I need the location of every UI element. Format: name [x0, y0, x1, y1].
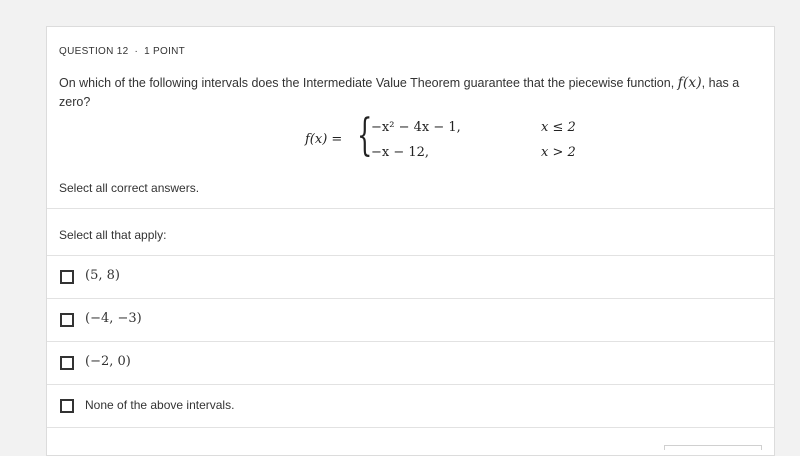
- instruction-text: Select all correct answers.: [59, 181, 200, 195]
- equation-case-1: −x² − 4x − 1, x ≤ 2: [371, 120, 576, 135]
- equation-case-2: −x − 12, x > 2: [371, 145, 576, 160]
- case-1-condition: x ≤ 2: [541, 120, 576, 135]
- question-header: QUESTION 12 · 1 POINT: [47, 27, 774, 57]
- option-label: (−4, −3): [85, 311, 142, 326]
- case-2-condition: x > 2: [541, 145, 576, 160]
- answer-option-1[interactable]: (5, 8): [47, 255, 774, 298]
- select-all-prompt: Select all that apply:: [59, 228, 167, 242]
- question-number: QUESTION 12: [59, 46, 129, 57]
- case-2-expression: −x − 12,: [371, 145, 430, 160]
- checkbox[interactable]: [60, 356, 74, 370]
- question-points: 1 POINT: [144, 46, 186, 57]
- question-text: On which of the following intervals does…: [47, 57, 774, 112]
- function-name: f(x): [677, 75, 702, 91]
- divider: [47, 427, 774, 428]
- option-label: (−2, 0): [85, 354, 131, 369]
- equation-lhs: f(x) =: [305, 132, 343, 147]
- answer-option-4[interactable]: None of the above intervals.: [47, 384, 774, 427]
- question-text-before: On which of the following intervals does…: [59, 76, 678, 90]
- checkbox[interactable]: [60, 313, 74, 327]
- case-1-expression: −x² − 4x − 1,: [371, 120, 461, 135]
- answer-option-3[interactable]: (−2, 0): [47, 341, 774, 384]
- option-label: (5, 8): [85, 268, 120, 283]
- checkbox[interactable]: [60, 270, 74, 284]
- checkbox[interactable]: [60, 399, 74, 413]
- option-label: None of the above intervals.: [85, 398, 235, 412]
- answer-option-2[interactable]: (−4, −3): [47, 298, 774, 341]
- submit-button[interactable]: [664, 445, 762, 450]
- divider: [47, 208, 774, 209]
- header-separator: ·: [134, 46, 139, 57]
- question-card: QUESTION 12 · 1 POINT On which of the foll…: [46, 26, 775, 456]
